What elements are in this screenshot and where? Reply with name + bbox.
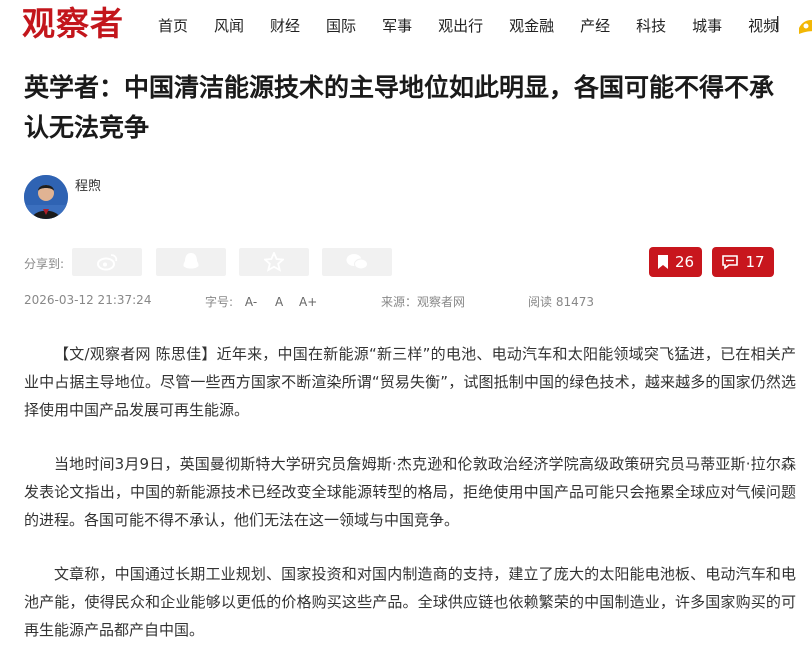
font-size-default[interactable]: A xyxy=(275,295,283,309)
share-label: 分享到: xyxy=(24,257,65,271)
article-source: 来源：观察者网 xyxy=(381,295,466,309)
article-paragraph: 文章称，中国通过长期工业规划、国家投资和对国内制造商的支持，建立了庞大的太阳能电… xyxy=(24,565,796,639)
share-qq-button[interactable] xyxy=(156,248,226,276)
comment-count: 17 xyxy=(745,253,765,271)
nav-item-fengwen[interactable]: 风闻 xyxy=(214,15,244,36)
article-title: 英学者：中国清洁能源技术的主导地位如此明显，各国可能不得不承认无法竞争 xyxy=(24,73,775,142)
font-size-label: 字号: xyxy=(205,295,234,309)
user-icon[interactable] xyxy=(797,14,812,36)
font-size-decrease[interactable]: A- xyxy=(245,295,257,309)
qq-icon xyxy=(183,253,199,269)
author-name[interactable]: 程煦 xyxy=(75,175,101,194)
comment-button[interactable]: 17 xyxy=(712,247,774,277)
author-avatar[interactable] xyxy=(24,175,68,219)
share-weibo-button[interactable] xyxy=(72,248,142,276)
publish-date: 2026-03-12 21:37:24 xyxy=(24,293,152,307)
nav-item-industry[interactable]: 产经 xyxy=(580,15,610,36)
nav-item-city[interactable]: 城事 xyxy=(692,15,722,36)
bookmark-icon xyxy=(657,255,668,269)
share-wechat-button[interactable] xyxy=(322,248,392,276)
weibo-icon xyxy=(97,254,118,271)
nav-item-finance[interactable]: 财经 xyxy=(270,15,300,36)
avatar-image xyxy=(24,175,68,219)
bookmark-count: 26 xyxy=(674,253,695,271)
wechat-icon xyxy=(346,254,368,270)
nav-divider: | xyxy=(775,13,781,32)
font-size-control: 字号: A- A A+ xyxy=(205,293,317,310)
nav-item-home[interactable]: 首页 xyxy=(158,15,188,36)
site-logo[interactable]: 观察者 xyxy=(22,3,124,45)
view-count: 阅读 81473 xyxy=(528,295,594,309)
font-size-increase[interactable]: A+ xyxy=(299,295,317,309)
nav-item-military[interactable]: 军事 xyxy=(382,15,412,36)
nav-item-tech[interactable]: 科技 xyxy=(636,15,666,36)
nav-item-video[interactable]: 视频 xyxy=(748,15,778,36)
nav-menu: 首页 风闻 财经 国际 军事 观出行 观金融 产经 科技 城事 视频 xyxy=(158,13,804,37)
top-navigation: 观察者 首页 风闻 财经 国际 军事 观出行 观金融 产经 科技 城事 视频 | xyxy=(0,0,812,50)
nav-item-international[interactable]: 国际 xyxy=(326,15,356,36)
nav-item-mobility[interactable]: 观出行 xyxy=(438,15,483,36)
share-qzone-button[interactable] xyxy=(239,248,309,276)
qzone-icon xyxy=(264,252,284,272)
comment-icon xyxy=(722,255,739,270)
nav-item-fintech[interactable]: 观金融 xyxy=(509,15,554,36)
article-paragraph: 【文/观察者网 陈思佳】近年来，中国在新能源“新三样”的电池、电动汽车和太阳能领… xyxy=(24,345,796,419)
article-paragraph: 当地时间3月9日，英国曼彻斯特大学研究员詹姆斯·杰克逊和伦敦政治经济学院高级政策… xyxy=(24,455,796,529)
article-body: 【文/观察者网 陈思佳】近年来，中国在新能源“新三样”的电池、电动汽车和太阳能领… xyxy=(24,340,796,670)
bookmark-button[interactable]: 26 xyxy=(649,247,702,277)
